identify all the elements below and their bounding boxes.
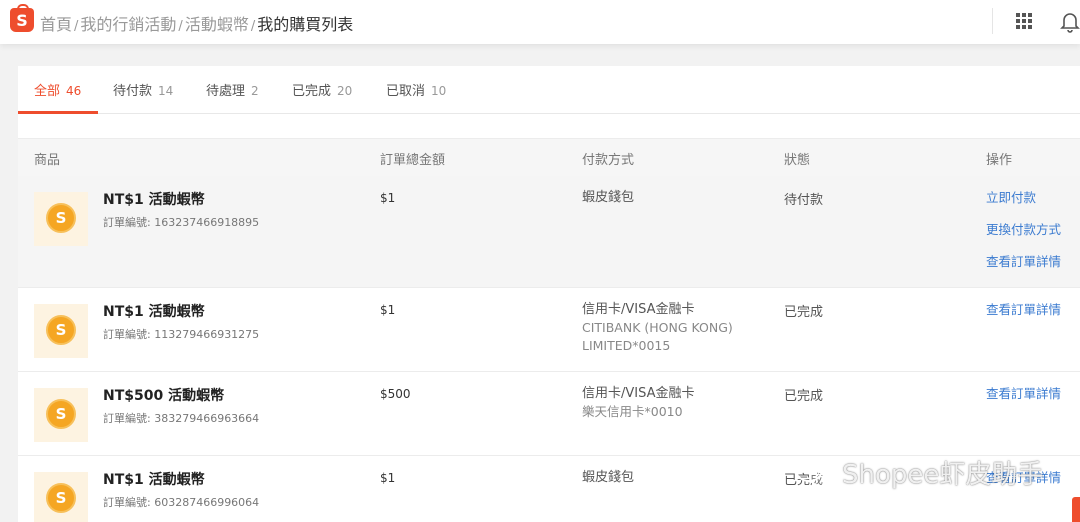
view-order-details-link[interactable]: 查看訂單詳情 <box>986 378 1061 410</box>
coin-icon: S <box>46 483 76 513</box>
tab-processing[interactable]: 待處理 2 <box>206 80 259 99</box>
order-number: 訂單編號: 163237466918895 <box>103 216 260 229</box>
tab-all[interactable]: 全部 46 <box>34 80 81 99</box>
coin-icon: S <box>46 203 76 233</box>
tab-pending-payment[interactable]: 待付款 14 <box>113 80 173 99</box>
order-amount: $1 <box>380 191 396 205</box>
payment-label: 蝦皮錢包 <box>582 470 635 485</box>
tab-label: 待付款 <box>113 84 153 99</box>
header-payment: 付款方式 <box>582 153 635 168</box>
bell-icon[interactable] <box>1060 11 1080 33</box>
active-tab-underline <box>18 111 98 114</box>
product-name[interactable]: NT$1 活動蝦幣 <box>103 189 205 209</box>
view-order-details-link[interactable]: 查看訂單詳情 <box>986 246 1061 278</box>
header-status: 狀態 <box>784 153 811 168</box>
table-row: S NT$1 活動蝦幣 訂單編號: 113279466931275 $1 信用卡… <box>18 288 1080 372</box>
pay-now-link[interactable]: 立即付款 <box>986 182 1061 214</box>
breadcrumb-separator: / <box>74 19 79 34</box>
order-number: 訂單編號: 383279466963664 <box>103 412 260 425</box>
row-actions: 查看訂單詳情 <box>986 378 1061 410</box>
breadcrumb-separator: / <box>250 19 256 34</box>
header-product: 商品 <box>34 153 61 168</box>
order-amount: $1 <box>380 471 396 485</box>
table-row: S NT$500 活動蝦幣 訂單編號: 383279466963664 $500… <box>18 372 1080 456</box>
tab-label: 全部 <box>34 84 61 99</box>
product-thumbnail[interactable]: S <box>34 192 88 246</box>
breadcrumb-home[interactable]: 首頁 <box>40 15 72 34</box>
order-tabs: 全部 46 待付款 14 待處理 2 已完成 20 已取消 10 <box>18 66 1080 114</box>
row-actions: 查看訂單詳情 <box>986 294 1061 326</box>
tab-count: 46 <box>66 84 82 98</box>
order-number: 訂單編號: 113279466931275 <box>103 328 260 341</box>
payment-method: 蝦皮錢包 <box>582 189 634 207</box>
order-status: 已完成 <box>784 389 824 404</box>
payment-method: 信用卡/VISA金融卡 CITIBANK (HONG KONG) LIMITED… <box>582 301 733 355</box>
product-thumbnail[interactable]: S <box>34 304 88 358</box>
tab-cancelled[interactable]: 已取消 10 <box>386 80 446 99</box>
watermark-text: Shopee虾皮助手 <box>842 460 1044 490</box>
product-name[interactable]: NT$1 活動蝦幣 <box>103 301 205 321</box>
tab-label: 已取消 <box>386 84 426 99</box>
breadcrumb-marketing[interactable]: 我的行銷活動 <box>80 15 176 34</box>
payment-label: 信用卡/VISA金融卡 <box>582 386 695 401</box>
order-status: 已完成 <box>784 305 824 320</box>
breadcrumb-separator: / <box>178 19 183 34</box>
top-bar: S 首頁 / 我的行銷活動 / 活動蝦幣 / 我的購買列表 <box>0 0 1080 44</box>
payment-method: 信用卡/VISA金融卡 樂天信用卡*0010 <box>582 385 695 421</box>
payment-card-detail: LIMITED*0015 <box>582 338 671 353</box>
payment-card-detail: CITIBANK (HONG KONG) <box>582 320 733 335</box>
order-amount: $500 <box>380 387 411 401</box>
tab-label: 已完成 <box>292 84 332 99</box>
coin-icon: S <box>46 399 76 429</box>
watermark: Shopee虾皮助手 <box>794 454 1064 494</box>
coin-icon: S <box>46 315 76 345</box>
tab-count: 2 <box>251 84 259 98</box>
product-name[interactable]: NT$500 活動蝦幣 <box>103 385 224 405</box>
header-actions: 操作 <box>986 153 1013 168</box>
breadcrumb-current: 我的購買列表 <box>257 15 354 34</box>
order-amount: $1 <box>380 303 396 317</box>
product-thumbnail[interactable]: S <box>34 388 88 442</box>
row-actions: 立即付款 更換付款方式 查看訂單詳情 <box>986 182 1061 278</box>
product-thumbnail[interactable]: S <box>34 472 88 522</box>
payment-method: 蝦皮錢包 <box>582 469 634 487</box>
view-order-details-link[interactable]: 查看訂單詳情 <box>986 294 1061 326</box>
tab-completed[interactable]: 已完成 20 <box>292 80 352 99</box>
tab-count: 10 <box>431 84 447 98</box>
tab-count: 20 <box>337 84 353 98</box>
payment-label: 蝦皮錢包 <box>582 190 635 205</box>
header-total: 訂單總金額 <box>380 153 446 168</box>
payment-card-detail: 樂天信用卡*0010 <box>582 404 683 419</box>
grid-icon[interactable] <box>1016 13 1032 29</box>
product-name[interactable]: NT$1 活動蝦幣 <box>103 469 205 489</box>
order-status: 待付款 <box>784 193 824 208</box>
table-row: S NT$1 活動蝦幣 訂單編號: 163237466918895 $1 蝦皮錢… <box>18 176 1080 288</box>
table-header: 商品 訂單總金額 付款方式 狀態 操作 <box>18 138 1080 176</box>
breadcrumb-coins[interactable]: 活動蝦幣 <box>185 15 249 34</box>
wechat-icon <box>795 458 833 487</box>
payment-label: 信用卡/VISA金融卡 <box>582 302 695 317</box>
shopee-logo-icon[interactable]: S <box>10 4 34 32</box>
breadcrumb: 首頁 / 我的行銷活動 / 活動蝦幣 / 我的購買列表 <box>40 11 353 35</box>
change-payment-link[interactable]: 更換付款方式 <box>986 214 1061 246</box>
side-feedback-tab[interactable] <box>1072 497 1080 522</box>
tab-count: 14 <box>158 84 174 98</box>
topbar-divider <box>992 8 993 34</box>
tab-label: 待處理 <box>206 84 246 99</box>
order-number: 訂單編號: 603287466996064 <box>103 496 260 509</box>
